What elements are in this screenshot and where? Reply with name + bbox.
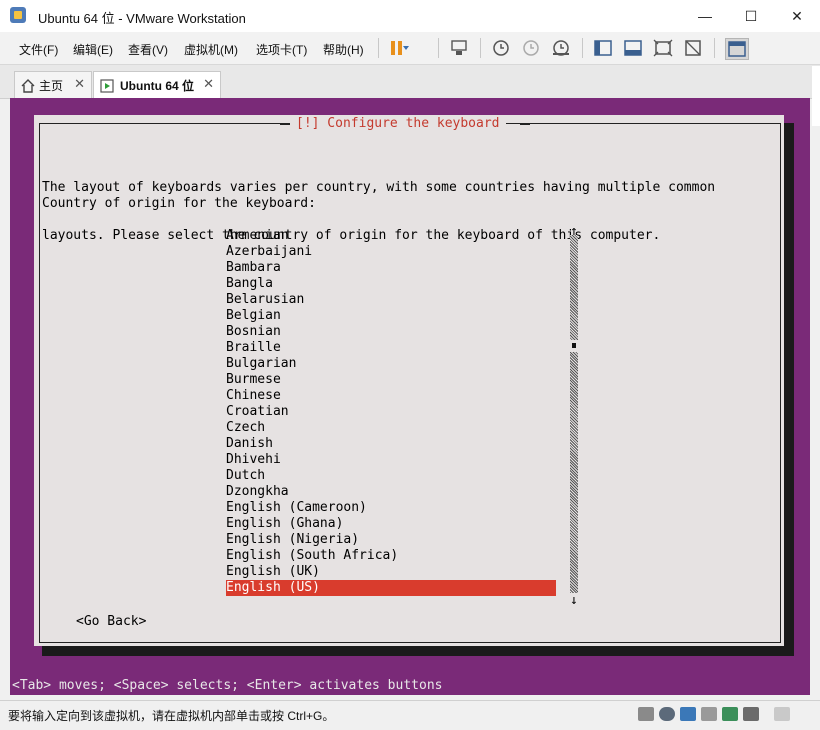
sound-icon[interactable] [743,707,759,721]
toolbar-separator [582,38,583,58]
key-hint: <Tab> moves; <Space> selects; <Enter> ac… [12,678,443,693]
cd-drive-icon[interactable] [659,707,675,721]
revert-snapshot-icon[interactable] [520,38,542,58]
tab-home[interactable]: 主页 ✕ [14,71,92,99]
menu-help[interactable]: 帮助(H) [323,41,364,58]
toolbar-separator [480,38,481,58]
message-icon[interactable] [774,707,790,721]
installer-dialog: [!] Configure the keyboard The layout of… [34,115,784,646]
list-item[interactable]: Belarusian [226,292,556,308]
status-bar: 要将输入定向到该虚拟机，请在虚拟机内部单击或按 Ctrl+G。 [0,700,820,730]
library-view-icon[interactable] [592,38,614,58]
menu-view[interactable]: 查看(V) [128,41,168,58]
snapshot-icon[interactable] [490,38,512,58]
title-rule [280,124,290,125]
toolbar-separator [714,38,715,58]
usb-icon[interactable] [722,707,738,721]
pause-icon[interactable] [388,38,410,58]
list-item[interactable]: English (UK) [226,564,556,580]
menu-vm[interactable]: 虚拟机(M) [184,41,238,58]
close-tab-icon[interactable]: ✕ [74,76,85,92]
side-window-edge [812,66,820,126]
list-item[interactable]: Azerbaijani [226,244,556,260]
list-item[interactable]: Bambara [226,260,556,276]
go-back-button[interactable]: <Go Back> [76,614,146,629]
unity-mode-icon[interactable] [682,38,704,58]
status-message: 要将输入定向到该虚拟机，请在虚拟机内部单击或按 Ctrl+G。 [8,709,335,723]
menu-edit[interactable]: 编辑(E) [73,41,113,58]
list-item[interactable]: Bulgarian [226,356,556,372]
list-item[interactable]: Dhivehi [226,452,556,468]
vmware-app-icon [10,7,26,23]
toolbar-separator [438,38,439,58]
intro-line: The layout of keyboards varies per count… [42,180,716,195]
maximize-button[interactable]: ☐ [728,0,774,32]
list-item[interactable]: Czech [226,420,556,436]
list-item[interactable]: Armenian [226,228,556,244]
tab-home-label: 主页 [39,79,64,93]
window-title: Ubuntu 64 位 - VMware Workstation [38,11,246,26]
menu-bar: 文件(F) 编辑(E) 查看(V) 虚拟机(M) 选项卡(T) 帮助(H) [0,32,820,65]
hard-disk-icon[interactable] [638,707,654,721]
home-icon [21,78,35,93]
list-item[interactable]: Croatian [226,404,556,420]
title-bar: Ubuntu 64 位 - VMware Workstation — ☐ ✕ [0,0,820,32]
thumbnail-view-icon[interactable] [725,38,749,60]
list-item[interactable]: Bosnian [226,324,556,340]
menu-file[interactable]: 文件(F) [19,41,58,58]
list-item[interactable]: Dzongkha [226,484,556,500]
send-ctrl-alt-del-icon[interactable] [448,38,470,58]
list-item[interactable]: Danish [226,436,556,452]
close-tab-icon[interactable]: ✕ [203,76,214,92]
vm-play-icon [100,78,114,93]
list-item[interactable]: Bangla [226,276,556,292]
minimize-button[interactable]: — [682,0,728,32]
snapshot-manager-icon[interactable] [550,38,572,58]
list-item-selected[interactable]: English (US) [226,580,556,596]
dialog-shadow [784,123,794,654]
list-item[interactable]: Dutch [226,468,556,484]
console-view-icon[interactable] [622,38,644,58]
printer-icon[interactable] [701,707,717,721]
close-window-button[interactable]: ✕ [774,0,820,32]
vm-console[interactable]: [!] Configure the keyboard The layout of… [10,98,810,695]
list-item[interactable]: English (Nigeria) [226,532,556,548]
dialog-shadow [42,646,794,656]
dialog-title: [!] Configure the keyboard [290,116,506,131]
country-list[interactable]: Armenian Azerbaijani Bambara Bangla Belarusi… [226,228,556,596]
fullscreen-icon[interactable] [652,38,674,58]
tab-bar: 主页 ✕ Ubuntu 64 位 ✕ [0,65,820,99]
scrollbar-track[interactable] [570,235,578,593]
menu-tabs[interactable]: 选项卡(T) [256,41,307,58]
list-item[interactable]: English (Ghana) [226,516,556,532]
network-icon[interactable] [680,707,696,721]
list-item[interactable]: English (Cameroon) [226,500,556,516]
list-item[interactable]: Belgian [226,308,556,324]
list-prompt: Country of origin for the keyboard: [42,196,316,211]
list-item[interactable]: Chinese [226,388,556,404]
scroll-down-arrow[interactable]: ↓ [570,593,578,608]
toolbar-separator [378,38,379,58]
scrollbar-thumb[interactable] [570,340,578,352]
list-item[interactable]: Braille [226,340,556,356]
tab-ubuntu[interactable]: Ubuntu 64 位 ✕ [93,71,221,99]
list-item[interactable]: English (South Africa) [226,548,556,564]
title-rule [520,124,530,125]
list-item[interactable]: Burmese [226,372,556,388]
tab-ubuntu-label: Ubuntu 64 位 [120,79,194,93]
